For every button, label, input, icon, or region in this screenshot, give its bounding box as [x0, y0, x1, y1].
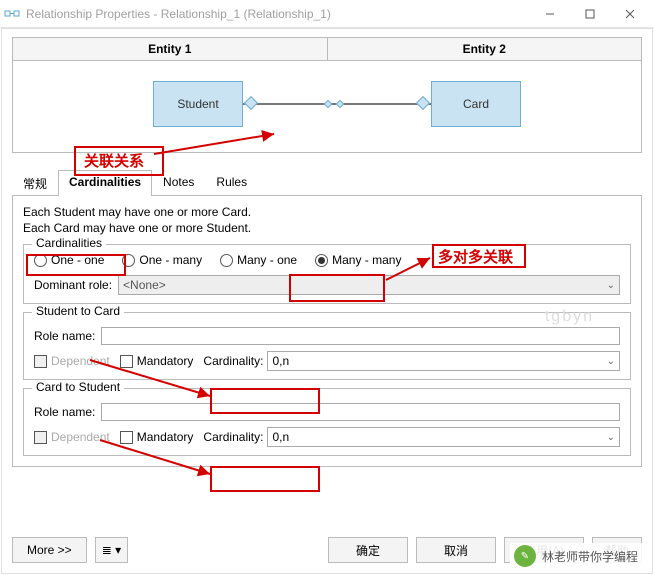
tab-rules[interactable]: Rules: [205, 170, 258, 196]
s2c-card-select[interactable]: 0,n ⌄: [267, 351, 620, 371]
maximize-button[interactable]: [570, 1, 610, 27]
diamond-right-icon: [416, 96, 430, 110]
entities-header: Entity 1 Entity 2: [12, 37, 642, 61]
c2s-card-label: Cardinality:: [203, 430, 263, 444]
s2c-dependent-checkbox: Dependent: [34, 354, 110, 368]
desc-line1: Each Student may have one or more Card.: [23, 204, 631, 220]
app-icon: [4, 6, 20, 22]
radio-icon: [315, 254, 328, 267]
more-label: More >>: [27, 543, 72, 557]
radio-one-many[interactable]: One - many: [122, 253, 202, 267]
tab-content: Each Student may have one or more Card. …: [12, 196, 642, 467]
tab-notes[interactable]: Notes: [152, 170, 205, 196]
entity2-header: Entity 2: [328, 38, 642, 60]
radio-one-many-label: One - many: [139, 253, 202, 267]
entity-student-label: Student: [177, 97, 218, 111]
cancel-button[interactable]: 取消: [416, 537, 496, 563]
entity-card-label: Card: [463, 97, 489, 111]
cancel-label: 取消: [444, 542, 468, 559]
radio-many-many[interactable]: Many - many: [315, 253, 401, 267]
s2c-role-input[interactable]: [101, 327, 620, 345]
dominant-role-select[interactable]: <None> ⌄: [118, 275, 620, 295]
tab-general[interactable]: 常规: [12, 170, 58, 196]
c2s-title: Card to Student: [32, 380, 124, 394]
c2s-role-label: Role name:: [34, 405, 95, 419]
c2s-dependent-checkbox: Dependent: [34, 430, 110, 444]
cardinality-options: One - one One - many Many - one Many - m…: [34, 253, 620, 267]
minimize-button[interactable]: [530, 1, 570, 27]
ok-button[interactable]: 确定: [328, 537, 408, 563]
chevron-down-icon: ⌄: [607, 432, 615, 443]
c2s-dependent-label: Dependent: [51, 430, 110, 444]
checkbox-icon: [120, 431, 133, 444]
s2c-title: Student to Card: [32, 304, 124, 318]
diamond-mid-right-icon: [336, 100, 344, 108]
close-button[interactable]: [610, 1, 650, 27]
checkbox-icon: [34, 355, 47, 368]
watermark-text: 林老师带你学编程: [542, 548, 638, 565]
student-to-card-group: Student to Card Role name: Dependent Man…: [23, 312, 631, 380]
description: Each Student may have one or more Card. …: [23, 204, 631, 236]
cardinalities-group-title: Cardinalities: [32, 236, 106, 250]
more-button[interactable]: More >>: [12, 537, 87, 563]
c2s-mandatory-checkbox[interactable]: Mandatory: [120, 430, 194, 444]
watermark-bubble: ✎ 林老师带你学编程: [510, 543, 642, 569]
s2c-mandatory-label: Mandatory: [137, 354, 194, 368]
entity-student[interactable]: Student: [153, 81, 243, 127]
s2c-card-label: Cardinality:: [203, 354, 263, 368]
tool-button[interactable]: ≣ ▾: [95, 537, 128, 563]
ok-label: 确定: [356, 542, 380, 559]
window-title: Relationship Properties - Relationship_1…: [26, 7, 530, 21]
chevron-down-icon: ⌄: [607, 280, 615, 291]
checkbox-icon: [34, 431, 47, 444]
dominant-role-value: <None>: [123, 278, 166, 292]
chevron-down-icon: ⌄: [607, 356, 615, 367]
relationship-diagram: Student Card: [12, 61, 642, 153]
tab-cardinalities[interactable]: Cardinalities: [58, 170, 152, 196]
radio-one-one-label: One - one: [51, 253, 104, 267]
radio-many-one[interactable]: Many - one: [220, 253, 297, 267]
radio-icon: [220, 254, 233, 267]
s2c-card-value: 0,n: [272, 354, 289, 368]
c2s-mandatory-label: Mandatory: [137, 430, 194, 444]
diamond-left-icon: [244, 96, 258, 110]
c2s-role-input[interactable]: [101, 403, 620, 421]
s2c-mandatory-checkbox[interactable]: Mandatory: [120, 354, 194, 368]
entity-card[interactable]: Card: [431, 81, 521, 127]
radio-one-one[interactable]: One - one: [34, 253, 104, 267]
wechat-icon: ✎: [514, 545, 536, 567]
radio-icon: [34, 254, 47, 267]
diamond-mid-left-icon: [324, 100, 332, 108]
radio-many-one-label: Many - one: [237, 253, 297, 267]
radio-icon: [122, 254, 135, 267]
card-to-student-group: Card to Student Role name: Dependent Man…: [23, 388, 631, 456]
cardinalities-group: Cardinalities One - one One - many Many …: [23, 244, 631, 304]
s2c-role-label: Role name:: [34, 329, 95, 343]
entity1-header: Entity 1: [13, 38, 328, 60]
s2c-dependent-label: Dependent: [51, 354, 110, 368]
tool-icon: ≣ ▾: [102, 543, 121, 557]
desc-line2: Each Card may have one or more Student.: [23, 220, 631, 236]
radio-many-many-label: Many - many: [332, 253, 401, 267]
checkbox-icon: [120, 355, 133, 368]
c2s-card-select[interactable]: 0,n ⌄: [267, 427, 620, 447]
dominant-role-label: Dominant role:: [34, 278, 112, 292]
c2s-card-value: 0,n: [272, 430, 289, 444]
tab-strip: 常规 Cardinalities Notes Rules: [12, 169, 642, 196]
